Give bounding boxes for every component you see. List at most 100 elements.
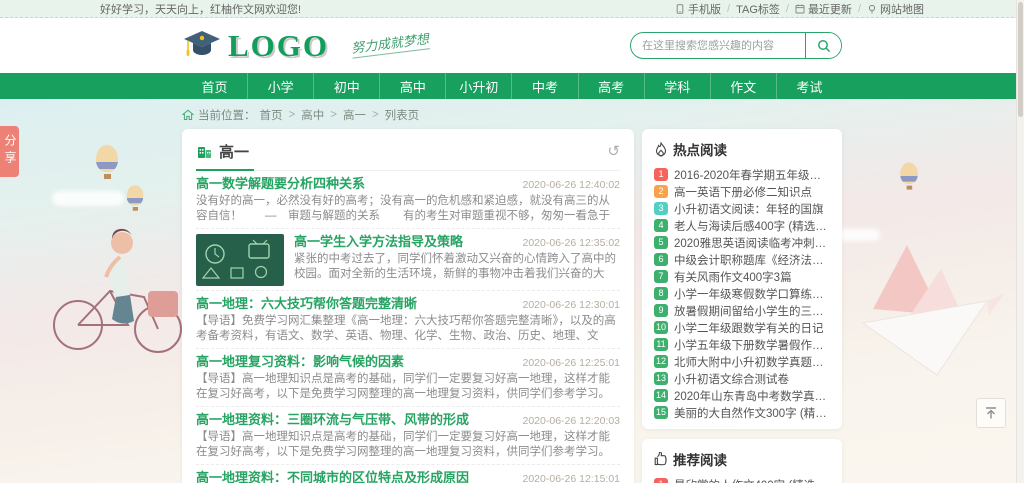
nav-item-primary-school[interactable]: 小学 — [247, 73, 313, 99]
share-button[interactable]: 分享 — [0, 126, 19, 177]
arrow-up-icon — [984, 406, 998, 420]
browser-scrollbar[interactable] — [1016, 0, 1024, 483]
hot-list-item[interactable]: 15美丽的大自然作文300字 (精选3篇) — [654, 404, 830, 421]
hot-list-item[interactable]: 9放暑假期间留给小学生的三年级英语作文范文 — [654, 302, 830, 319]
separator: > — [330, 109, 337, 121]
hot-list-item[interactable]: 3小升初语文阅读：年轻的国旗 — [654, 200, 830, 217]
hot-reading-title: 热点阅读 — [673, 139, 727, 159]
hot-list-item[interactable]: 8小学一年级寒假数学口算练习题三篇 — [654, 285, 830, 302]
article-date: 2020-06-26 12:30:01 — [523, 299, 621, 311]
site-header: LOGO 努力成就梦想 — [0, 18, 1024, 73]
search-icon — [817, 39, 831, 53]
separator: / — [727, 3, 730, 15]
topbar-link-recent-updates[interactable]: 最近更新 — [795, 1, 852, 17]
origami-crane-illustration — [845, 239, 1010, 389]
article-date: 2020-06-26 12:40:02 — [523, 179, 621, 191]
article-summary: 紧张的中考过去了，同学们怀着激动又兴奋的心情跨入了高中的校园。面对全新的生活环境… — [294, 252, 620, 282]
nav-item-composition[interactable]: 作文 — [710, 73, 776, 99]
breadcrumb-link-senior-high[interactable]: 高中 — [301, 107, 324, 123]
nav-item-gaokao[interactable]: 高考 — [578, 73, 644, 99]
topbar-links: 手机版 / TAG标签 / 最近更新 / 网站地图 — [675, 1, 924, 17]
flame-icon — [654, 142, 668, 157]
undo-icon[interactable]: ↺ — [607, 144, 620, 159]
article-title-link[interactable]: 高一地理：六大技巧帮你答题完整清晰 — [196, 296, 417, 311]
nav-item-junior-high[interactable]: 初中 — [313, 73, 379, 99]
phone-icon — [675, 4, 685, 14]
rank-badge: 15 — [654, 406, 668, 419]
separator: / — [786, 3, 789, 15]
hot-list-item[interactable]: 11小学五年级下册数学暑假作业答案【20-61 — [654, 336, 830, 353]
chalkboard-doodle — [201, 238, 279, 282]
hot-list-item[interactable]: 52020雅思英语阅读临考冲刺试题附答案 — [654, 234, 830, 251]
home-icon — [182, 109, 194, 121]
topbar-link-tags[interactable]: TAG标签 — [736, 1, 780, 17]
rank-badge: 8 — [654, 287, 668, 300]
page: 好好学习，天天向上，红柚作文网欢迎您! 手机版 / TAG标签 / 最近更新 / — [0, 0, 1024, 483]
article-date: 2020-06-26 12:15:01 — [523, 473, 621, 483]
article-summary: 【导语】高一地理知识点是高考的基础，同学们一定要复习好高一地理，这样才能在复习好… — [196, 430, 620, 460]
search-input[interactable] — [631, 33, 805, 58]
nav-item-senior-high[interactable]: 高中 — [379, 73, 445, 99]
rank-badge: 14 — [654, 389, 668, 402]
rank-badge: 3 — [654, 202, 668, 215]
breadcrumb-link-grade-one[interactable]: 高一 — [343, 107, 366, 123]
recommend-list-item[interactable]: 1最欣赏的人作文400字 (精选3篇) — [654, 476, 830, 483]
rank-badge: 6 — [654, 253, 668, 266]
separator: / — [858, 3, 861, 15]
article-title-link[interactable]: 高一地理复习资料：影响气候的因素 — [196, 354, 404, 369]
article-list-card: 高一 ↺ 高一数学解题要分析四种关系 2020-06-26 12:40:02 没… — [182, 129, 634, 483]
hot-list-item[interactable]: 12016-2020年春学期五年级语文下期末模拟 — [654, 166, 830, 183]
rank-badge: 10 — [654, 321, 668, 334]
article-item: 高一学生入学方法指导及策略 2020-06-26 12:35:02 紧张的中考过… — [196, 229, 620, 291]
article-item: 高一地理资料：不同城市的区位特点及形成原因 2020-06-26 12:15:0… — [196, 465, 620, 483]
article-title-link[interactable]: 高一地理资料：三圈环流与气压带、风带的形成 — [196, 412, 469, 427]
topbar: 好好学习，天天向上，红柚作文网欢迎您! 手机版 / TAG标签 / 最近更新 / — [0, 0, 1024, 18]
topbar-link-label: TAG标签 — [736, 1, 780, 17]
article-title-link[interactable]: 高一学生入学方法指导及策略 — [294, 234, 463, 249]
hot-list-item[interactable]: 142020年山东青岛中考数学真题 (已公布) — [654, 387, 830, 404]
nav-item-zhongkao[interactable]: 中考 — [511, 73, 577, 99]
recommend-reading-title: 推荐阅读 — [673, 449, 727, 469]
hot-list-item[interactable]: 4老人与海读后感400字 (精选3篇) — [654, 217, 830, 234]
breadcrumb-link-home[interactable]: 首页 — [260, 107, 283, 123]
hot-list-item[interactable]: 12北师大附中小升初数学真题汇编 — [654, 353, 830, 370]
rank-badge: 5 — [654, 236, 668, 249]
hot-list-item[interactable]: 13小升初语文综合测试卷 — [654, 370, 830, 387]
list-header: 高一 ↺ — [196, 141, 620, 171]
list-title: 高一 — [219, 141, 249, 162]
topbar-link-sitemap[interactable]: 网站地图 — [867, 1, 924, 17]
search-button[interactable] — [805, 33, 841, 58]
article-summary: 【导语】免费学习网汇集整理《高一地理：六大技巧帮你答题完整清晰》，以及的高考备考… — [196, 314, 620, 344]
welcome-text: 好好学习，天天向上，红柚作文网欢迎您! — [100, 1, 301, 17]
search-box — [630, 32, 842, 59]
topbar-link-label: 手机版 — [688, 1, 721, 17]
hot-list-item[interactable]: 7有关风雨作文400字3篇 — [654, 268, 830, 285]
main-nav: 首页 小学 初中 高中 小升初 中考 高考 学科 作文 考试 — [0, 73, 1024, 99]
nav-item-home[interactable]: 首页 — [182, 73, 247, 99]
nav-item-subjects[interactable]: 学科 — [644, 73, 710, 99]
rank-badge: 13 — [654, 372, 668, 385]
map-pin-icon — [867, 4, 877, 14]
rank-badge: 12 — [654, 355, 668, 368]
back-to-top-button[interactable] — [976, 398, 1006, 428]
topbar-link-label: 网站地图 — [880, 1, 924, 17]
separator: > — [289, 109, 296, 121]
article-title-link[interactable]: 高一数学解题要分析四种关系 — [196, 176, 365, 191]
article-title-link[interactable]: 高一地理资料：不同城市的区位特点及形成原因 — [196, 470, 469, 483]
thumbs-up-icon — [654, 452, 668, 466]
article-item: 高一地理资料：三圈环流与气压带、风带的形成 2020-06-26 12:20:0… — [196, 407, 620, 465]
site-logo[interactable]: LOGO — [182, 29, 329, 63]
topbar-link-label: 最近更新 — [808, 1, 852, 17]
hot-list-item[interactable]: 10小学二年级跟数学有关的日记 — [654, 319, 830, 336]
breadcrumb-prefix: 当前位置： — [198, 107, 256, 123]
scrollbar-thumb[interactable] — [1018, 2, 1023, 117]
article-thumbnail[interactable] — [196, 234, 284, 286]
topbar-link-mobile[interactable]: 手机版 — [675, 1, 721, 17]
rank-badge: 1 — [654, 168, 668, 181]
hot-list-item[interactable]: 2高一英语下册必修二知识点 — [654, 183, 830, 200]
rank-badge: 4 — [654, 219, 668, 232]
hot-air-balloon — [900, 162, 918, 189]
nav-item-exams[interactable]: 考试 — [776, 73, 842, 99]
hot-list-item[interactable]: 6中级会计职称题库《经济法》检测题 — [654, 251, 830, 268]
nav-item-primary-to-junior[interactable]: 小升初 — [445, 73, 511, 99]
